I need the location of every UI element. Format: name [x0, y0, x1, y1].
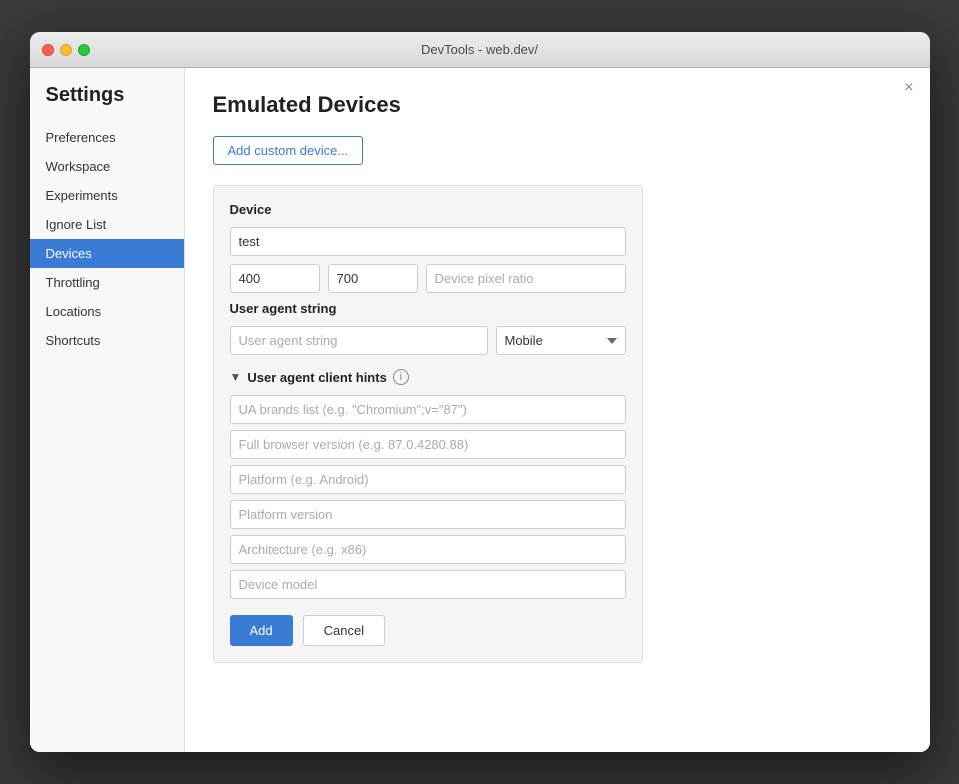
hints-header[interactable]: ▼ User agent client hints i	[230, 369, 626, 385]
device-model-input[interactable]	[230, 570, 626, 599]
hints-section: ▼ User agent client hints i	[230, 369, 626, 599]
ua-type-select[interactable]: Mobile Desktop	[496, 326, 626, 355]
ua-row: Mobile Desktop	[230, 326, 626, 355]
add-custom-device-button[interactable]: Add custom device...	[213, 136, 364, 165]
hints-info-icon[interactable]: i	[393, 369, 409, 385]
device-form: Device User agent string Mobile Desktop	[213, 185, 643, 663]
sidebar-item-experiments[interactable]: Experiments	[30, 181, 184, 210]
sidebar-item-shortcuts[interactable]: Shortcuts	[30, 326, 184, 355]
sidebar-heading: Settings	[30, 84, 184, 123]
form-actions: Add Cancel	[230, 615, 626, 646]
device-name-input[interactable]	[230, 227, 626, 256]
platform-version-input[interactable]	[230, 500, 626, 529]
window-body: Settings Preferences Workspace Experimen…	[30, 68, 930, 752]
window-title: DevTools - web.dev/	[421, 42, 538, 57]
hints-toggle-icon: ▼	[230, 370, 242, 384]
add-button[interactable]: Add	[230, 615, 293, 646]
platform-input[interactable]	[230, 465, 626, 494]
device-section-label: Device	[230, 202, 626, 217]
minimize-traffic-light[interactable]	[60, 44, 72, 56]
sidebar-item-ignore-list[interactable]: Ignore List	[30, 210, 184, 239]
sidebar-item-devices[interactable]: Devices	[30, 239, 184, 268]
ua-string-input[interactable]	[230, 326, 488, 355]
pixel-ratio-input[interactable]	[426, 264, 626, 293]
close-traffic-light[interactable]	[42, 44, 54, 56]
width-input[interactable]	[230, 264, 320, 293]
traffic-lights	[42, 44, 90, 56]
height-input[interactable]	[328, 264, 418, 293]
sidebar-item-workspace[interactable]: Workspace	[30, 152, 184, 181]
sidebar: Settings Preferences Workspace Experimen…	[30, 68, 185, 752]
main-content: × Emulated Devices Add custom device... …	[185, 68, 930, 752]
architecture-input[interactable]	[230, 535, 626, 564]
sidebar-item-locations[interactable]: Locations	[30, 297, 184, 326]
ua-section-label: User agent string	[230, 301, 626, 316]
titlebar: DevTools - web.dev/	[30, 32, 930, 68]
full-browser-version-input[interactable]	[230, 430, 626, 459]
ua-brands-input[interactable]	[230, 395, 626, 424]
sidebar-item-throttling[interactable]: Throttling	[30, 268, 184, 297]
close-button[interactable]: ×	[904, 80, 913, 96]
sidebar-item-preferences[interactable]: Preferences	[30, 123, 184, 152]
page-title: Emulated Devices	[213, 92, 902, 118]
hints-section-label: User agent client hints	[247, 370, 386, 385]
dimensions-row	[230, 264, 626, 293]
maximize-traffic-light[interactable]	[78, 44, 90, 56]
devtools-window: DevTools - web.dev/ Settings Preferences…	[30, 32, 930, 752]
hints-fields	[230, 395, 626, 599]
cancel-button[interactable]: Cancel	[303, 615, 385, 646]
